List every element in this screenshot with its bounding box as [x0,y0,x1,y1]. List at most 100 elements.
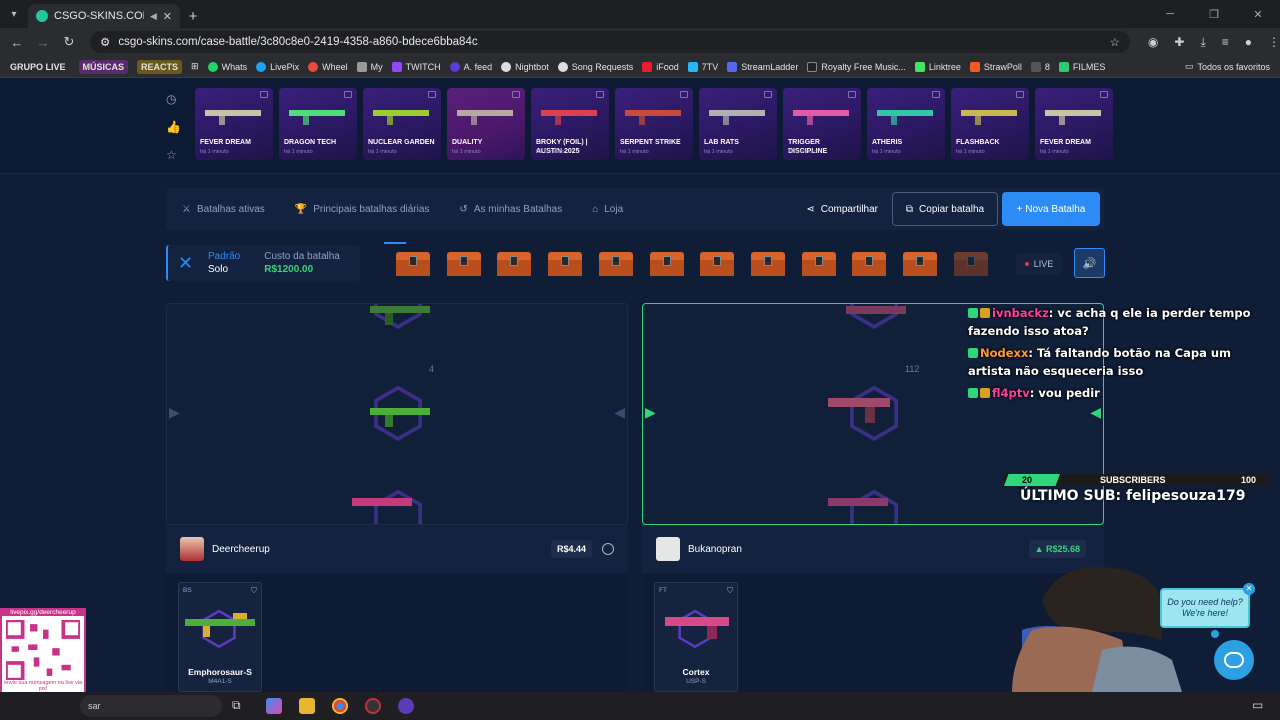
bookmark-afeed[interactable]: A. feed [449,61,492,72]
bookmark-royalty-free[interactable]: Royalty Free Music... [807,61,906,72]
new-battle-label: + Nova Batalha [1016,203,1086,215]
drop-card[interactable]: FLASHBACK há 1 minuto [951,88,1029,160]
star-icon[interactable]: ☆ [166,148,181,162]
maximize-icon[interactable]: ❐ [1192,0,1236,28]
item-card[interactable]: FT ⛉ ⬡ Cortex USP-S [654,582,738,692]
drop-name: LAB RATS [704,139,739,146]
minimize-icon[interactable]: ─ [1148,0,1192,28]
chrome-icon[interactable] [332,698,348,714]
close-help-icon[interactable]: ✕ [1243,583,1255,595]
bookmark-whats[interactable]: Whats [207,61,247,72]
address-bar[interactable]: ⚙ csgo-skins.com/case-battle/3c80c8e0-24… [90,31,1130,53]
drop-card[interactable]: FEVER DREAM há 1 minuto [195,88,273,160]
drop-card[interactable]: NUCLEAR GARDEN há 1 minuto [363,88,441,160]
drop-card[interactable]: FEVER DREAM há 1 minuto [1035,88,1113,160]
bookmark-grupo-live[interactable]: GRUPO LIVE [6,60,70,74]
extensions-puzzle-icon[interactable]: ✚ [1174,35,1184,50]
player-row: Deercheerup R$4.44 [166,525,628,573]
rifle-icon [185,613,255,637]
emoji-icon[interactable] [602,543,614,555]
bookmark-strawpoll[interactable]: StrawPoll [969,61,1022,72]
bookmark-wheel[interactable]: Wheel [308,61,348,72]
daily-top-battles-label: Principais batalhas diárias [313,203,430,215]
bookmark-streamladder[interactable]: StreamLadder [727,61,798,72]
bookmark-ifood[interactable]: iFood [642,61,679,72]
player-name[interactable]: Bukanopran [688,544,742,555]
bookmark-label: Nightbot [515,61,549,72]
drop-name: FEVER DREAM [1040,139,1091,146]
bookmark-nightbot[interactable]: Nightbot [501,61,549,72]
close-tab-icon[interactable]: ✕ [163,10,172,23]
sub-goal: 100 [1240,475,1256,485]
help-bubble[interactable]: Do you need help? We're here! [1160,588,1250,628]
bookmark-8[interactable]: 8 [1030,61,1050,72]
thumbs-up-icon[interactable]: 👍 [166,120,181,134]
share-button[interactable]: ⋖ Compartilhar [806,204,878,215]
speaker-icon[interactable]: ◀ [150,11,157,22]
drop-name: DUALITY [452,139,483,146]
drop-card[interactable]: DRAGON TECH há 1 minuto [279,88,357,160]
battle-nav-bar: ⚔ Batalhas ativas 🏆 Principais batalhas di… [166,188,1104,230]
obs-icon[interactable] [365,698,381,714]
bookmark-song-requests[interactable]: Song Requests [557,61,633,72]
bookmark-musicas[interactable]: MÚSICAS [78,59,129,74]
all-favorites[interactable]: ▭ Todos os favoritos [1185,61,1270,72]
task-view-icon[interactable]: ⧉ [232,698,248,714]
player-name[interactable]: Deercheerup [212,544,270,555]
copilot-icon[interactable] [266,698,282,714]
file-explorer-icon[interactable] [299,698,315,714]
reading-list-icon[interactable]: ≡ [1222,35,1229,50]
bookmark-filmes[interactable]: FILMES [1058,61,1105,72]
bookmark-7tv[interactable]: 7TV [687,61,718,72]
item-card[interactable]: BS ⛉ ⬡ Emphorosaur-S M4A1-S [178,582,262,692]
avatar[interactable] [656,537,680,561]
drop-card[interactable]: DUALITY há 1 minuto [447,88,525,160]
new-tab-icon[interactable]: + [180,4,206,28]
shield-icon: ⛉ [727,586,733,595]
bookmark-star-icon[interactable]: ☆ [1110,35,1120,49]
my-battles-link[interactable]: ↺ As minhas Batalhas [459,204,562,215]
drop-card[interactable]: ATHERIS há 1 minuto [867,88,945,160]
drop-card[interactable]: TRIGGER DISCIPLINE há 1 minuto [783,88,861,160]
back-icon[interactable]: ← [4,35,30,50]
bookmark-livepix[interactable]: LivePix [256,61,299,72]
browser-tab[interactable]: CSGO-SKINS.COM — As m ◀ ✕ [28,4,180,28]
copy-battle-button[interactable]: ⧉ Copiar batalha [892,192,998,226]
drop-time: há 1 minuto [620,149,649,155]
bookmark-reacts[interactable]: REACTS [137,59,183,74]
daily-top-battles-link[interactable]: 🏆 Principais batalhas diárias [295,204,430,215]
bookmark-label: My [370,61,383,72]
support-chat-button[interactable] [1214,640,1254,680]
app-icon[interactable] [398,698,414,714]
extension-icon[interactable]: ◉ [1148,35,1158,50]
drop-card[interactable]: SERPENT STRIKE há 1 minuto [615,88,693,160]
active-battles-link[interactable]: ⚔ Batalhas ativas [182,204,265,215]
clock-icon[interactable]: ◷ [166,92,181,106]
sound-toggle-button[interactable]: 🔊 [1074,248,1105,278]
bookmark-twitch[interactable]: TWITCH [391,61,441,72]
chat-bubble-icon [1224,652,1244,668]
download-icon[interactable]: ⤓ [1200,35,1205,50]
taskbar-search[interactable]: sar [80,695,222,717]
bookmark-my[interactable]: My [356,61,383,72]
copy-battle-label: Copiar batalha [919,203,985,215]
forward-icon[interactable]: → [30,35,56,50]
reload-icon[interactable]: ↻ [56,34,82,50]
tab-search-icon[interactable]: ▾ [0,0,28,28]
avatar[interactable] [180,537,204,561]
profile-avatar[interactable]: ● [1245,35,1252,50]
shop-link[interactable]: ⌂ Loja [592,204,623,215]
drop-card[interactable]: LAB RATS há 1 minuto [699,88,777,160]
speaker-icon: 🔊 [1082,257,1097,270]
drop-card[interactable]: BROKY (FOIL) | AUSTIN 2025 há 1 minuto [531,88,609,160]
site-favicon-icon [36,10,48,22]
close-window-icon[interactable]: ✕ [1236,0,1280,28]
drop-name: DRAGON TECH [284,139,337,146]
chrome-menu-icon[interactable]: ⋮ [1268,35,1280,50]
notifications-icon[interactable]: ▭ [1252,698,1268,714]
apps-grid-icon[interactable]: ⊞ [191,61,199,72]
bookmark-linktree[interactable]: Linktree [914,61,961,72]
site-info-icon[interactable]: ⚙ [100,35,110,49]
pistol-icon [828,398,890,423]
new-battle-button[interactable]: + Nova Batalha [1002,192,1100,226]
